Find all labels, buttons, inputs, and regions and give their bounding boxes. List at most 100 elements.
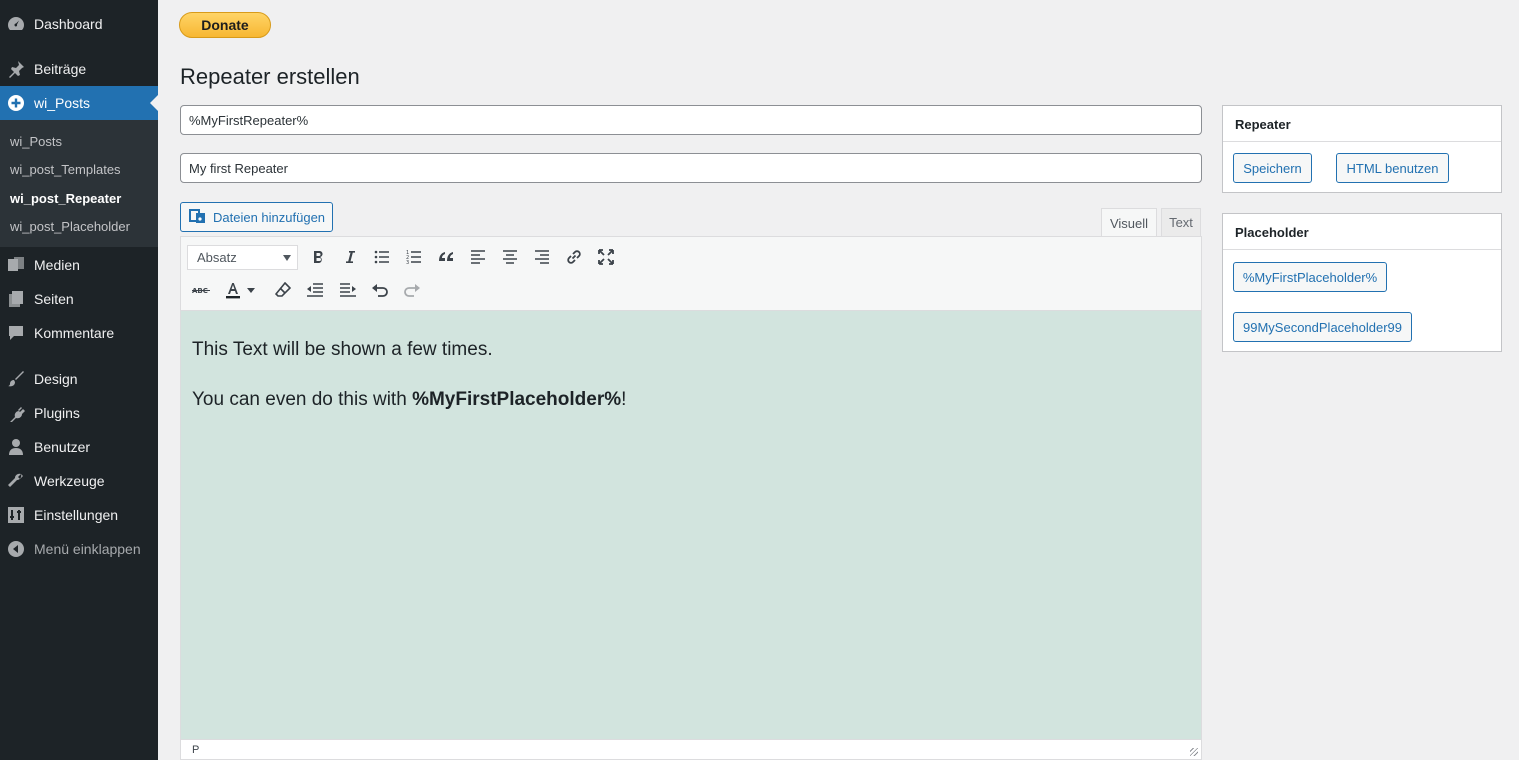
menu-item-users[interactable]: Benutzer [0, 430, 158, 464]
placeholder-button[interactable]: %MyFirstPlaceholder% [1233, 262, 1387, 292]
submenu-item-templates[interactable]: wi_post_Templates [10, 162, 121, 177]
placeholder-box-title: Placeholder [1223, 214, 1501, 250]
menu-label: Werkzeuge [34, 473, 105, 489]
editor-content-area[interactable]: This Text will be shown a few times. You… [180, 311, 1202, 739]
repeater-box-title: Repeater [1223, 106, 1501, 142]
numbered-list-icon: 123 [406, 250, 421, 265]
editor-statusbar: P [180, 739, 1202, 760]
align-center-icon [503, 250, 517, 264]
indent-icon [340, 283, 356, 297]
pin-icon [7, 60, 25, 78]
menu-item-plugins[interactable]: Plugins [0, 396, 158, 430]
menu-item-wi-posts[interactable]: wi_Posts [0, 86, 158, 120]
menu-item-media[interactable]: Medien [0, 248, 158, 282]
editor-toolbar: Absatz 123 ABC [180, 236, 1202, 311]
fullscreen-button[interactable] [594, 245, 618, 269]
plus-circle-icon [7, 94, 25, 112]
menu-label: Benutzer [34, 439, 91, 455]
wrench-icon [7, 472, 25, 490]
chevron-down-icon [283, 255, 291, 261]
submenu-item-repeater[interactable]: wi_post_Repeater [10, 191, 121, 206]
active-indicator [150, 95, 158, 111]
menu-item-pages[interactable]: Seiten [0, 282, 158, 316]
strikethrough-icon: ABC [192, 287, 210, 295]
italic-icon [346, 251, 355, 263]
menu-label: Design [34, 371, 78, 387]
menu-item-dashboard[interactable]: Dashboard [0, 7, 158, 41]
add-media-button[interactable]: Dateien hinzufügen [180, 202, 333, 232]
strikethrough-button[interactable]: ABC [189, 278, 213, 302]
blockquote-button[interactable] [434, 245, 458, 269]
plugin-icon [7, 404, 25, 422]
use-html-button[interactable]: HTML benutzen [1336, 153, 1449, 183]
dashboard-icon [7, 15, 25, 33]
menu-label: Einstellungen [34, 507, 119, 523]
settings-icon [7, 506, 25, 524]
eraser-icon [275, 282, 291, 297]
insert-link-button[interactable] [562, 245, 586, 269]
align-left-button[interactable] [466, 245, 490, 269]
tab-visual[interactable]: Visuell [1101, 208, 1157, 237]
align-right-button[interactable] [530, 245, 554, 269]
menu-label: Kommentare [34, 325, 115, 341]
numbered-list-button[interactable]: 123 [402, 245, 426, 269]
redo-button[interactable] [400, 278, 424, 302]
menu-label: wi_Posts [34, 95, 91, 111]
menu-collapse-button[interactable]: Menü einklappen [0, 532, 158, 566]
add-media-label: Dateien hinzufügen [213, 209, 326, 225]
repeater-box: Repeater Speichern HTML benutzen [1222, 105, 1502, 193]
menu-item-posts[interactable]: Beiträge [0, 52, 158, 86]
indent-button[interactable] [336, 278, 360, 302]
redo-icon [404, 284, 420, 297]
menu-label: Seiten [34, 291, 74, 307]
menu-label: Plugins [34, 405, 80, 421]
align-right-icon [535, 250, 549, 264]
tab-text[interactable]: Text [1161, 208, 1201, 236]
page-title: Repeater erstellen [180, 64, 360, 89]
placeholder-button[interactable]: 99MySecondPlaceholder99 [1233, 312, 1412, 342]
bullet-list-button[interactable] [370, 245, 394, 269]
menu-label: Medien [34, 257, 80, 273]
save-button[interactable]: Speichern [1233, 153, 1312, 183]
placeholder-box: Placeholder %MyFirstPlaceholder% 99MySec… [1222, 213, 1502, 352]
fullscreen-icon [598, 249, 614, 265]
clear-formatting-button[interactable] [271, 278, 295, 302]
media-icon [7, 256, 25, 274]
slug-input[interactable]: %MyFirstRepeater% [180, 105, 1202, 135]
align-center-button[interactable] [498, 245, 522, 269]
format-select[interactable]: Absatz [187, 245, 298, 270]
title-input[interactable]: My first Repeater [180, 153, 1202, 183]
menu-item-design[interactable]: Design [0, 362, 158, 396]
resize-handle-icon[interactable] [1190, 748, 1198, 756]
menu-item-tools[interactable]: Werkzeuge [0, 464, 158, 498]
paragraph-text: This Text will be shown a few times. [192, 339, 493, 360]
menu-item-settings[interactable]: Einstellungen [0, 498, 158, 532]
donate-button[interactable]: Donate [179, 12, 271, 38]
chevron-down-icon [247, 287, 255, 293]
text-color-icon [226, 283, 240, 299]
paragraph-text: ! [621, 389, 627, 410]
bold-icon [314, 250, 323, 263]
bullet-list-icon [374, 250, 389, 264]
comment-icon [7, 324, 25, 342]
text-color-button[interactable] [221, 278, 245, 302]
link-icon [567, 250, 581, 264]
user-icon [7, 438, 25, 456]
paragraph-text: You can even do this with [192, 389, 413, 410]
menu-label: Menü einklappen [34, 541, 141, 557]
outdent-button[interactable] [303, 278, 327, 302]
submenu-item-placeholder[interactable]: wi_post_Placeholder [10, 219, 130, 234]
quote-icon [439, 252, 453, 261]
element-path[interactable]: P [192, 744, 199, 756]
menu-label: Beiträge [34, 61, 87, 77]
submenu: wi_Posts wi_post_Templates wi_post_Repea… [0, 120, 158, 247]
bold-button[interactable] [306, 245, 330, 269]
text-color-dropdown[interactable] [244, 278, 258, 302]
italic-button[interactable] [338, 245, 362, 269]
pages-icon [7, 290, 25, 308]
placeholder-token: %MyFirstPlaceholder% [412, 389, 622, 410]
menu-item-comments[interactable]: Kommentare [0, 316, 158, 350]
submenu-item-wi-posts[interactable]: wi_Posts [10, 134, 62, 149]
undo-button[interactable] [368, 278, 392, 302]
collapse-icon [7, 540, 25, 558]
